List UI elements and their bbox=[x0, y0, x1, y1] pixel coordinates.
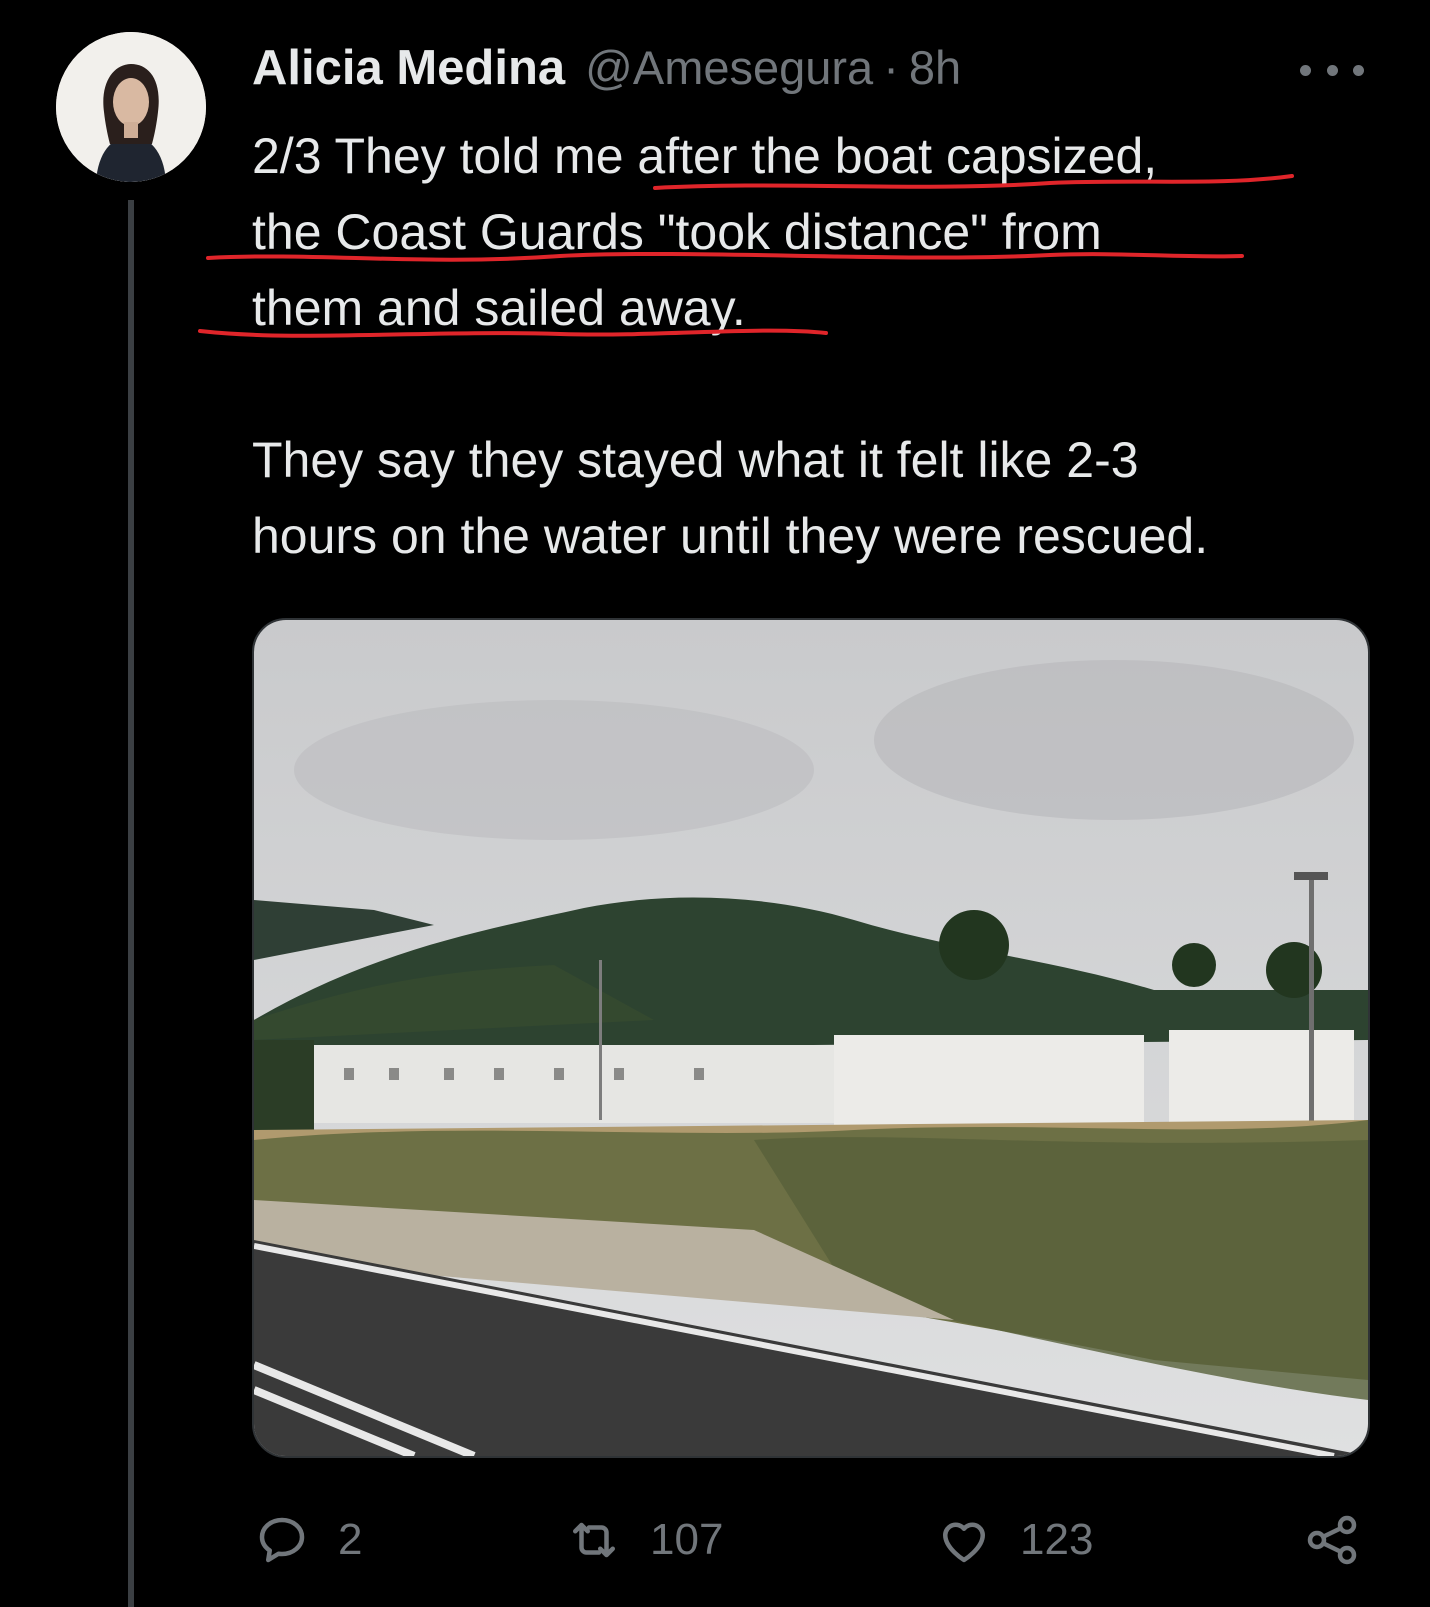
more-dot bbox=[1326, 64, 1338, 76]
tweet-photo[interactable] bbox=[252, 618, 1370, 1458]
tweet-line-4: They say they stayed what it felt like 2… bbox=[252, 432, 1139, 488]
share-button[interactable] bbox=[1302, 1505, 1362, 1575]
avatar-image bbox=[56, 32, 206, 182]
retweet-icon bbox=[573, 1522, 615, 1558]
tweet-text: 2/3 They told me after the boat capsized… bbox=[252, 118, 1372, 574]
timestamp[interactable]: 8h bbox=[909, 40, 961, 95]
tweet-line-5: hours on the water until they were rescu… bbox=[252, 508, 1209, 564]
retweet-count: 107 bbox=[650, 1515, 724, 1564]
separator-dot: · bbox=[883, 41, 899, 94]
like-count: 123 bbox=[1020, 1515, 1094, 1564]
tweet-line-2: the Coast Guards "took distance" from bbox=[252, 204, 1102, 260]
thread-connector-line bbox=[128, 200, 134, 1607]
author-handle[interactable]: @Amesegura bbox=[585, 40, 873, 95]
more-options-icon[interactable] bbox=[1300, 52, 1364, 88]
tweet-line-3: them and sailed away. bbox=[252, 280, 746, 336]
reply-icon bbox=[259, 1517, 305, 1563]
avatar[interactable] bbox=[56, 32, 206, 182]
like-button[interactable]: 123 bbox=[934, 1505, 1093, 1575]
retweet-button[interactable]: 107 bbox=[564, 1505, 723, 1575]
tweet-actions: 2 107 123 bbox=[252, 1505, 1366, 1575]
tweet-header: Alicia Medina @Amesegura · 8h bbox=[252, 40, 961, 102]
share-icon bbox=[1307, 1515, 1357, 1565]
camp-photo bbox=[254, 620, 1368, 1456]
author-name[interactable]: Alicia Medina bbox=[252, 40, 565, 96]
reply-button[interactable]: 2 bbox=[252, 1505, 362, 1575]
reply-count: 2 bbox=[338, 1515, 363, 1564]
more-dot bbox=[1300, 64, 1311, 76]
heart-icon bbox=[943, 1522, 985, 1563]
tweet-line-1: 2/3 They told me after the boat capsized… bbox=[252, 128, 1158, 184]
more-dot bbox=[1353, 64, 1364, 76]
